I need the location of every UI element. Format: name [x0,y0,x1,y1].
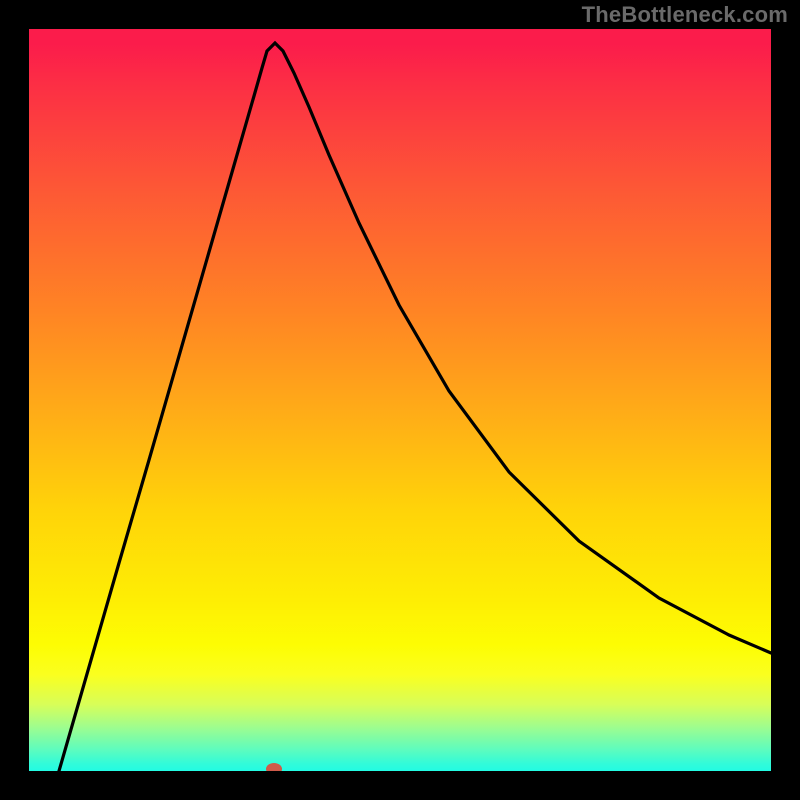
watermark-text: TheBottleneck.com [582,2,788,28]
plot-area [29,29,771,771]
bottleneck-curve [59,43,771,771]
curve-layer [29,29,771,771]
optimum-marker [266,763,282,771]
chart-frame: TheBottleneck.com [0,0,800,800]
